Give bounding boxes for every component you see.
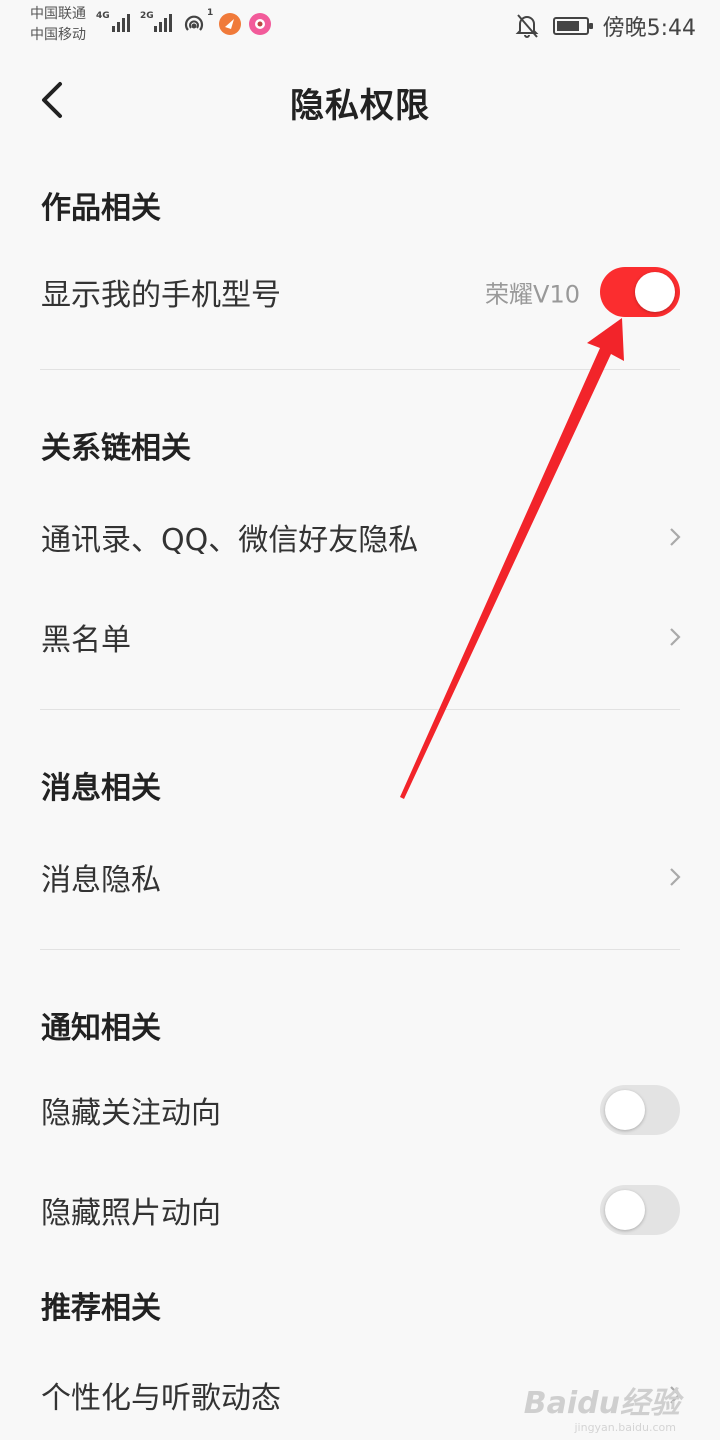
signal-2-icon — [154, 14, 172, 32]
toggle-knob — [605, 1090, 645, 1130]
setting-label: 隐藏关注动向 — [41, 1096, 221, 1131]
setting-label: 个性化与听歌动态 — [41, 1381, 281, 1416]
chevron-right-icon — [670, 868, 681, 886]
section-title-recommend: 推荐相关 — [41, 1291, 161, 1326]
setting-row-hide-photo: 隐藏照片动向 — [0, 1170, 720, 1250]
page-title: 隐私权限 — [290, 86, 430, 126]
setting-label: 黑名单 — [41, 623, 131, 658]
toggle-knob — [605, 1190, 645, 1230]
chevron-right-icon — [670, 628, 681, 646]
device-model-value: 荣耀V10 — [485, 280, 580, 309]
carrier-1: 中国联通 — [30, 6, 86, 22]
setting-row-blacklist[interactable]: 黑名单 — [0, 597, 720, 677]
watermark-url: jingyan.baidu.com — [574, 1421, 676, 1434]
signal-1-icon — [112, 14, 130, 32]
setting-label: 消息隐私 — [41, 863, 161, 898]
setting-row-hide-follow: 隐藏关注动向 — [0, 1070, 720, 1150]
setting-row-show-model: 显示我的手机型号 荣耀V10 — [0, 252, 720, 332]
app-notification-icon — [249, 13, 271, 35]
signal-1-type: 4G — [96, 11, 110, 21]
show-model-toggle[interactable] — [600, 267, 680, 317]
status-bar: 中国联通 中国移动 4G 2G 1 傍晚5:44 — [0, 0, 720, 50]
setting-row-contacts-privacy[interactable]: 通讯录、QQ、微信好友隐私 — [0, 497, 720, 577]
battery-icon — [552, 17, 593, 35]
setting-label: 显示我的手机型号 — [41, 278, 281, 313]
carrier-2: 中国移动 — [30, 27, 86, 43]
setting-row-message-privacy[interactable]: 消息隐私 — [0, 837, 720, 917]
setting-label: 通讯录、QQ、微信好友隐私 — [41, 523, 419, 558]
section-title-messages: 消息相关 — [41, 771, 161, 806]
hotspot-icon — [184, 15, 204, 31]
hide-photo-toggle[interactable] — [600, 1185, 680, 1235]
clock: 傍晚5:44 — [602, 16, 696, 41]
nav-bar: 隐私权限 — [0, 60, 720, 140]
divider — [40, 709, 680, 710]
mute-bell-icon — [515, 14, 539, 38]
app-notification-icon — [219, 13, 241, 35]
divider — [40, 949, 680, 950]
hide-follow-toggle[interactable] — [600, 1085, 680, 1135]
watermark-logo: Baidu经验 — [523, 1386, 680, 1421]
setting-label: 隐藏照片动向 — [41, 1196, 221, 1231]
status-right: 傍晚5:44 — [515, 10, 696, 42]
hotspot-count: 1 — [207, 8, 214, 18]
divider — [40, 369, 680, 370]
chevron-right-icon — [670, 528, 681, 546]
toggle-knob — [635, 272, 675, 312]
carrier-info: 中国联通 中国移动 — [30, 4, 86, 46]
section-title-relations: 关系链相关 — [41, 431, 191, 466]
section-title-notifications: 通知相关 — [41, 1011, 161, 1046]
signal-2-type: 2G — [140, 11, 154, 21]
section-title-works: 作品相关 — [41, 191, 161, 226]
